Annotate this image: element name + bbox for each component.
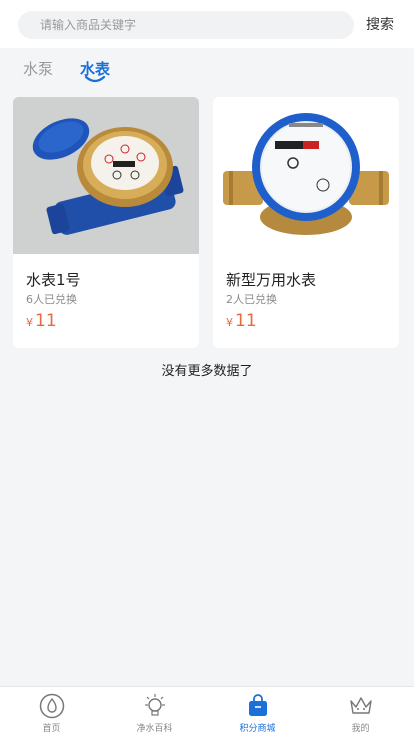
nav-label: 净水百科 xyxy=(136,724,173,734)
price-value: 11 xyxy=(235,311,257,331)
redeemed-count: 6人已兑换 xyxy=(26,293,77,306)
product-price: ¥11 xyxy=(26,311,57,331)
product-card[interactable]: 新型万用水表 2人已兑换 ¥11 xyxy=(213,97,399,348)
nav-item-points-mall[interactable]: 积分商城 xyxy=(206,687,309,736)
search-box[interactable] xyxy=(18,11,354,39)
nav-item-encyclopedia[interactable]: 净水百科 xyxy=(103,687,206,736)
nav-label: 我的 xyxy=(351,724,370,734)
nav-label: 首页 xyxy=(42,724,61,734)
product-card[interactable]: 水表1号 6人已兑换 ¥11 xyxy=(13,97,199,348)
list-end-text: 没有更多数据了 xyxy=(161,364,253,379)
top-bar: 搜索 xyxy=(0,0,414,48)
product-price: ¥11 xyxy=(226,311,257,331)
bulb-icon xyxy=(145,694,165,716)
search-button[interactable]: 搜索 xyxy=(366,14,394,34)
crown-icon xyxy=(350,697,372,714)
active-tab-indicator xyxy=(84,75,106,83)
product-image-water-meter xyxy=(213,97,399,254)
product-image-water-meter xyxy=(13,97,199,254)
bag-icon xyxy=(249,694,267,716)
bottom-nav: 首页 净水百科 积分商城 我的 xyxy=(0,686,414,736)
tab-water-pump[interactable]: 水泵 xyxy=(23,58,53,79)
category-tabs: 水泵 水表 xyxy=(0,48,414,90)
product-title: 水表1号 xyxy=(26,271,81,289)
currency-symbol: ¥ xyxy=(26,316,33,329)
price-value: 11 xyxy=(35,311,57,331)
drop-icon xyxy=(39,693,65,719)
search-input[interactable] xyxy=(18,11,354,39)
redeemed-count: 2人已兑换 xyxy=(226,293,277,306)
nav-label: 积分商城 xyxy=(239,724,276,734)
product-title: 新型万用水表 xyxy=(226,271,317,289)
currency-symbol: ¥ xyxy=(226,316,233,329)
nav-item-home[interactable]: 首页 xyxy=(0,687,103,736)
nav-item-mine[interactable]: 我的 xyxy=(309,687,412,736)
